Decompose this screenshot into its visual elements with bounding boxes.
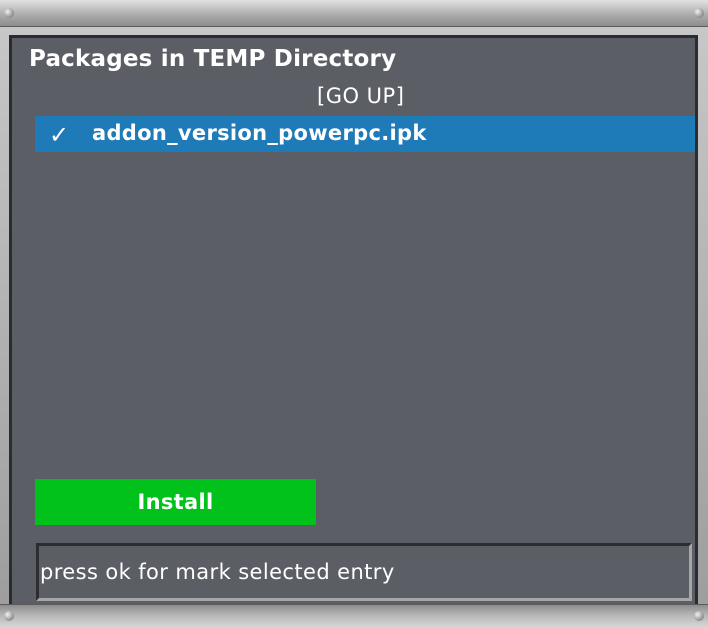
screw-icon — [4, 8, 14, 18]
screw-icon — [694, 611, 704, 621]
page-title: Packages in TEMP Directory — [29, 46, 397, 72]
frame-top-bar — [0, 0, 708, 27]
list-item[interactable]: ✓ addon_version_powerpc.ipk — [35, 116, 695, 152]
install-button[interactable]: Install — [35, 479, 316, 525]
go-up-item[interactable]: [GO UP] — [317, 84, 404, 108]
file-name: addon_version_powerpc.ipk — [92, 121, 427, 145]
status-text: press ok for mark selected entry — [40, 560, 395, 584]
screw-icon — [694, 8, 704, 18]
window-frame: Packages in TEMP Directory [GO UP] ✓ add… — [0, 0, 708, 627]
check-icon: ✓ — [49, 121, 70, 149]
frame-bottom-bar — [0, 604, 708, 627]
main-panel: Packages in TEMP Directory [GO UP] ✓ add… — [9, 35, 698, 607]
screw-icon — [4, 611, 14, 621]
status-bar: press ok for mark selected entry — [36, 543, 692, 601]
